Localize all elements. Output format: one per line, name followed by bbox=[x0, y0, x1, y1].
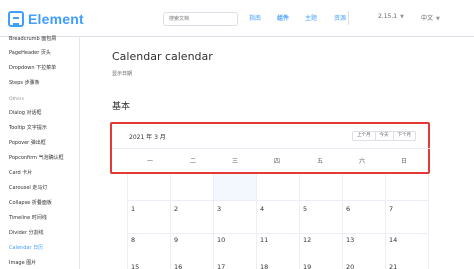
logo-text: Element bbox=[28, 11, 84, 27]
sidebar-item-card[interactable]: Card 卡片 bbox=[9, 169, 32, 176]
search-input[interactable] bbox=[163, 12, 238, 26]
chevron-down-icon: ▼ bbox=[400, 14, 404, 20]
grid-line bbox=[127, 174, 128, 269]
calendar-day[interactable]: 9 bbox=[174, 236, 178, 244]
calendar-day[interactable]: 19 bbox=[303, 263, 311, 269]
sidebar-item-carousel[interactable]: Carousel 走马灯 bbox=[9, 184, 47, 191]
next-month-button[interactable]: 下个月 bbox=[392, 131, 416, 141]
sidebar-item-image[interactable]: Image 图片 bbox=[9, 259, 36, 266]
sidebar-item-divider[interactable]: Divider 分割线 bbox=[9, 229, 43, 236]
calendar-day[interactable]: 5 bbox=[303, 205, 307, 213]
sidebar-item-steps[interactable]: Steps 步骤条 bbox=[9, 79, 40, 86]
calendar-nav-buttons: 上个月 今天 下个月 bbox=[352, 131, 416, 141]
element-logo-icon bbox=[8, 11, 24, 27]
calendar-day[interactable]: 3 bbox=[217, 205, 221, 213]
grid-line bbox=[170, 174, 171, 269]
grid-line bbox=[127, 200, 428, 201]
calendar-day[interactable]: 21 bbox=[389, 263, 397, 269]
calendar-day[interactable]: 2 bbox=[174, 205, 178, 213]
grid-line bbox=[256, 174, 257, 269]
calendar-month-label: 2021 年 3 月 bbox=[129, 134, 166, 141]
sidebar-item-timeline[interactable]: Timeline 时间线 bbox=[9, 214, 47, 221]
calendar-day[interactable]: 14 bbox=[389, 236, 397, 244]
version-label: 2.15.1 bbox=[378, 13, 398, 20]
weekday-wed: 三 bbox=[231, 158, 238, 165]
weekday-thu: 四 bbox=[273, 158, 280, 165]
sidebar-item-pageheader[interactable]: PageHeader 页头 bbox=[9, 49, 51, 56]
grid-line bbox=[213, 174, 214, 269]
grid-line bbox=[428, 174, 429, 269]
grid-line bbox=[385, 174, 386, 269]
calendar-day[interactable]: 7 bbox=[389, 205, 393, 213]
sidebar-item-dropdown[interactable]: Dropdown 下拉菜单 bbox=[9, 64, 56, 71]
calendar-day[interactable]: 16 bbox=[174, 263, 182, 269]
grid-line bbox=[127, 233, 428, 234]
nav-divider bbox=[348, 11, 349, 25]
calendar-day[interactable]: 17 bbox=[217, 263, 225, 269]
element-logo[interactable]: Element bbox=[8, 11, 84, 27]
nav-guide[interactable]: 指南 bbox=[249, 13, 261, 22]
calendar-day[interactable]: 8 bbox=[131, 236, 135, 244]
sidebar-item-breadcrumb[interactable]: Breadcrumb 面包屑 bbox=[9, 35, 56, 42]
sidebar-item-popconfirm[interactable]: Popconfirm 气泡确认框 bbox=[9, 154, 64, 161]
nav-component[interactable]: 组件 bbox=[277, 13, 289, 22]
prev-month-button[interactable]: 上个月 bbox=[352, 131, 376, 141]
weekday-fri: 五 bbox=[316, 158, 323, 165]
section-title: 基本 bbox=[112, 102, 131, 112]
page-title: Calendar calendar bbox=[112, 50, 213, 63]
calendar-day[interactable]: 1 bbox=[131, 205, 135, 213]
page-subtitle: 显示日期 bbox=[112, 71, 133, 77]
calendar-day[interactable]: 6 bbox=[346, 205, 350, 213]
version-select[interactable]: 2.15.1 ▼ bbox=[378, 13, 404, 20]
calendar-divider bbox=[112, 148, 430, 149]
chevron-down-icon: ▼ bbox=[436, 16, 440, 22]
sidebar-item-calendar[interactable]: Calendar 日历 bbox=[9, 244, 43, 251]
sidebar: Breadcrumb 面包屑 PageHeader 页头 Dropdown 下拉… bbox=[0, 35, 80, 269]
calendar-day[interactable]: 18 bbox=[260, 263, 268, 269]
today-button[interactable]: 今天 bbox=[374, 131, 394, 141]
sidebar-group-others: Others bbox=[9, 97, 25, 102]
sidebar-item-popover[interactable]: Popover 弹出框 bbox=[9, 139, 46, 146]
sidebar-item-dialog[interactable]: Dialog 对话框 bbox=[9, 109, 42, 116]
grid-line bbox=[342, 174, 343, 269]
calendar-cell-today bbox=[213, 174, 256, 200]
language-select[interactable]: 中文 ▼ bbox=[421, 13, 440, 22]
calendar-day[interactable]: 11 bbox=[260, 236, 268, 244]
weekday-tue: 二 bbox=[189, 158, 196, 165]
nav-theme[interactable]: 主题 bbox=[305, 13, 317, 22]
grid-line bbox=[299, 174, 300, 269]
calendar-day[interactable]: 10 bbox=[217, 236, 225, 244]
sidebar-item-tooltip[interactable]: Tooltip 文字提示 bbox=[9, 124, 47, 131]
calendar-day[interactable]: 13 bbox=[346, 236, 354, 244]
calendar-day[interactable]: 12 bbox=[303, 236, 311, 244]
weekday-mon: 一 bbox=[146, 158, 153, 165]
nav-resource[interactable]: 资源 bbox=[334, 13, 346, 22]
calendar-day[interactable]: 20 bbox=[346, 263, 354, 269]
language-label: 中文 bbox=[421, 15, 434, 22]
sidebar-item-collapse[interactable]: Collapse 折叠面板 bbox=[9, 199, 52, 206]
top-header: Element 指南 组件 主题 资源 2.15.1▼ 中文▼ bbox=[0, 0, 474, 37]
calendar-day[interactable]: 15 bbox=[131, 263, 139, 269]
calendar-day[interactable]: 4 bbox=[260, 205, 264, 213]
weekday-sun: 日 bbox=[400, 158, 407, 165]
weekday-sat: 六 bbox=[358, 158, 365, 165]
